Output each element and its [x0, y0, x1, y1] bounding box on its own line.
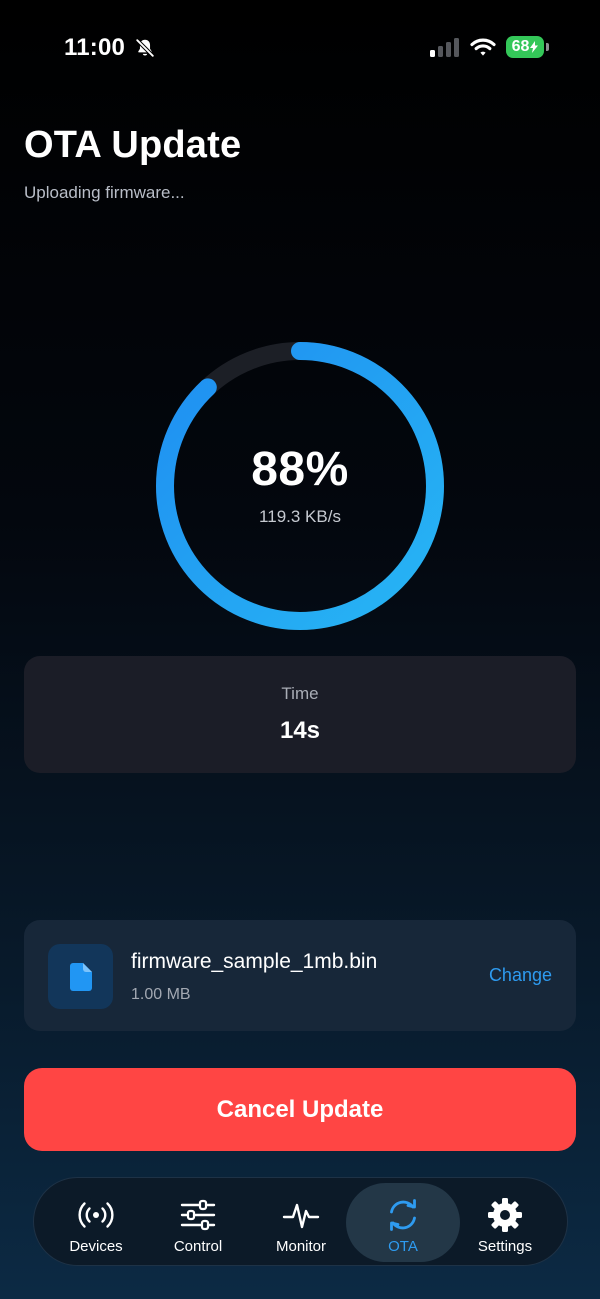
time-card: Time 14s: [24, 656, 576, 773]
change-file-button[interactable]: Change: [489, 965, 552, 986]
status-bar: 11:00 68: [0, 0, 600, 96]
tab-devices[interactable]: Devices: [39, 1183, 153, 1262]
tab-bar: Devices Control Monitor OTA Settings: [33, 1177, 568, 1266]
transfer-speed: 119.3 KB/s: [259, 507, 341, 526]
bell-slash-icon: [135, 38, 155, 58]
charging-bolt-icon: [530, 41, 539, 53]
wifi-icon: [470, 38, 496, 56]
tab-settings[interactable]: Settings: [448, 1183, 562, 1262]
document-icon: [69, 962, 92, 991]
progress-percent: 88%: [251, 443, 349, 496]
tab-label: Control: [173, 1238, 223, 1255]
cancel-update-button[interactable]: Cancel Update: [24, 1068, 576, 1151]
time-value: 14s: [279, 717, 321, 744]
time-label: Time: [281, 684, 319, 703]
file-size: 1.00 MB: [131, 986, 191, 1003]
page-title: OTA Update: [24, 124, 242, 166]
file-icon-container: [48, 944, 113, 1009]
tab-label: OTA: [388, 1238, 418, 1255]
waveform-icon: [282, 1203, 320, 1229]
tab-label: Monitor: [275, 1238, 327, 1255]
cellular-signal-icon: [430, 38, 459, 57]
tab-ota[interactable]: OTA: [346, 1183, 460, 1262]
tab-control[interactable]: Control: [141, 1183, 255, 1262]
sync-icon: [390, 1199, 416, 1231]
antenna-icon: [78, 1202, 114, 1228]
battery-level: 68: [511, 38, 530, 55]
status-time: 11:00: [64, 34, 126, 61]
battery-indicator: 68: [506, 36, 544, 58]
tab-label: Devices: [69, 1238, 123, 1255]
ota-update-screen: 11:00 68 OTA Update Uploading firmware..…: [0, 0, 600, 1299]
page-subtitle: Uploading firmware...: [24, 183, 185, 202]
gear-icon: [488, 1198, 522, 1232]
sliders-icon: [180, 1199, 216, 1231]
tab-monitor[interactable]: Monitor: [244, 1183, 358, 1262]
battery-cap: [546, 43, 549, 51]
firmware-file-card: firmware_sample_1mb.bin 1.00 MB Change: [24, 920, 576, 1031]
tab-label: Settings: [477, 1238, 533, 1255]
file-name: firmware_sample_1mb.bin: [131, 950, 378, 973]
